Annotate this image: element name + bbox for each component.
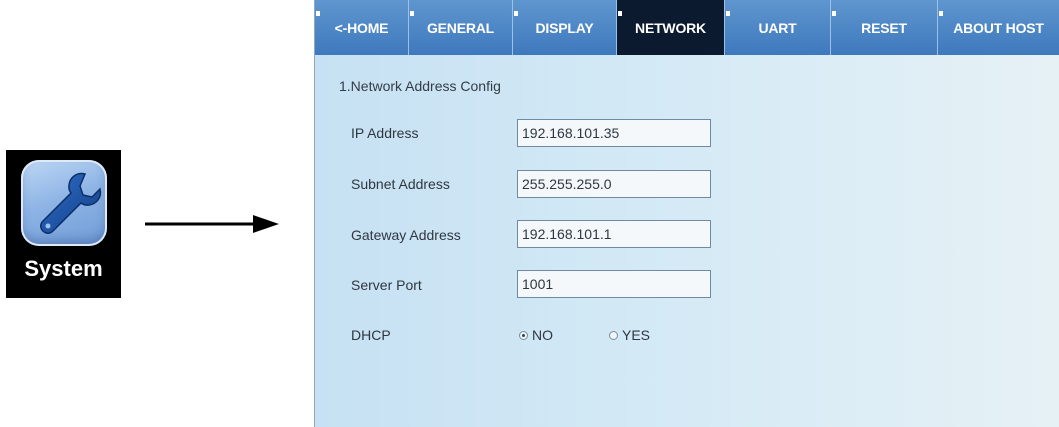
dhcp-yes-label: YES xyxy=(622,327,651,343)
subnet-address-label: Subnet Address xyxy=(351,176,450,192)
tab-reset[interactable]: RESET xyxy=(831,0,938,55)
dhcp-no-label: NO xyxy=(532,327,553,343)
tab-about-host[interactable]: ABOUT HOST xyxy=(938,0,1059,55)
section-title: 1.Network Address Config xyxy=(339,78,501,94)
dhcp-no-radio[interactable]: NO xyxy=(519,327,553,343)
radio-selected-icon xyxy=(519,330,528,340)
ip-address-field[interactable]: 192.168.101.35 xyxy=(517,119,711,147)
gateway-address-label: Gateway Address xyxy=(351,227,461,243)
ip-address-label: IP Address xyxy=(351,125,419,141)
tab-display[interactable]: DISPLAY xyxy=(513,0,617,55)
server-port-field[interactable]: 1001 xyxy=(517,270,711,298)
tab-uart[interactable]: UART xyxy=(725,0,831,55)
dhcp-yes-radio[interactable]: YES xyxy=(609,327,650,343)
tab-network[interactable]: NETWORK xyxy=(617,0,725,55)
network-settings-screen: <-HOME GENERAL DISPLAY NETWORK UART RESE… xyxy=(314,0,1059,427)
tab-bar: <-HOME GENERAL DISPLAY NETWORK UART RESE… xyxy=(315,0,1059,55)
system-app-label: System xyxy=(24,256,103,281)
server-port-label: Server Port xyxy=(351,277,422,293)
tab-general[interactable]: GENERAL xyxy=(409,0,513,55)
wrench-icon xyxy=(21,160,107,246)
right-arrow-icon xyxy=(145,215,279,233)
radio-unselected-icon xyxy=(609,330,618,340)
subnet-address-field[interactable]: 255.255.255.0 xyxy=(517,170,711,198)
system-app-tile[interactable]: System xyxy=(6,150,121,298)
dhcp-label: DHCP xyxy=(351,327,391,343)
tab-home[interactable]: <-HOME xyxy=(315,0,409,55)
gateway-address-field[interactable]: 192.168.101.1 xyxy=(517,220,711,248)
